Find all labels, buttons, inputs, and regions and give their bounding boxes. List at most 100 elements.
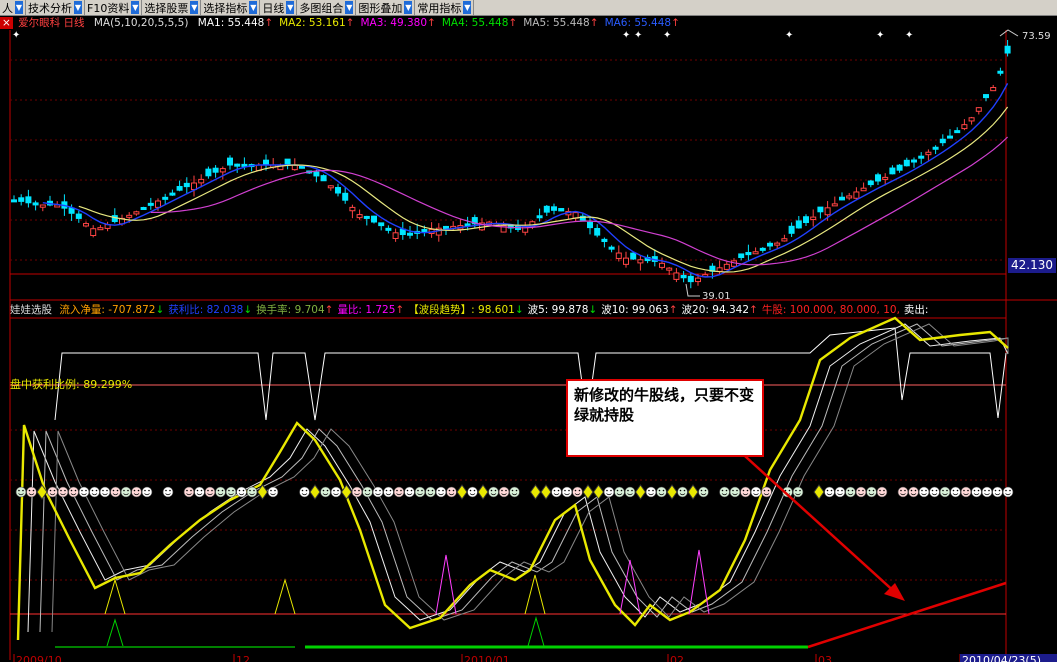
- grid-lines: [10, 59, 1006, 581]
- candle-body: [666, 267, 673, 271]
- smiley-icon: [47, 486, 58, 498]
- candle-body: [961, 124, 968, 130]
- smiley-icon: [215, 486, 226, 498]
- candle-body: [824, 207, 831, 216]
- candle-body: [795, 220, 802, 229]
- candle-body: [615, 252, 622, 259]
- candle-body: [853, 191, 860, 199]
- candle-body: [896, 164, 903, 171]
- smiley-row: [15, 484, 1014, 500]
- smiley-icon: [645, 486, 657, 498]
- candle-body: [205, 168, 212, 177]
- smiley-icon: [110, 486, 121, 498]
- smiley-icon: [561, 486, 573, 498]
- candle-body: [723, 263, 730, 270]
- smiley-icon: [950, 486, 961, 498]
- x-axis-label: 12: [236, 654, 250, 662]
- smiley-icon: [698, 486, 709, 498]
- diamond-icon: [687, 484, 699, 500]
- x-axis-labels: 2009/10 12 2010/01 02 03 2010/04/23(5): [13, 654, 1057, 662]
- smiley-icon: [918, 486, 930, 498]
- smiley-icon: [299, 486, 310, 498]
- smiley-icon: [246, 486, 258, 498]
- candle-body: [608, 246, 615, 250]
- candle-body: [745, 251, 752, 256]
- candle-body: [75, 213, 82, 219]
- bottom-red-bar: [807, 581, 1007, 649]
- candle-body: [788, 225, 795, 234]
- candle-body: [349, 206, 356, 212]
- smiley-icon: [393, 486, 405, 498]
- signal-spike: [104, 578, 126, 615]
- smiley-icon: [603, 486, 615, 498]
- candle-body: [911, 159, 917, 163]
- star-icon: ✦: [663, 30, 671, 41]
- smiley-icon: [320, 486, 331, 498]
- smiley-icon: [729, 486, 741, 498]
- smiley-icon: [509, 486, 520, 498]
- candle-body: [342, 192, 349, 201]
- star-icon: ✦: [634, 30, 642, 41]
- smiley-icon: [267, 486, 279, 498]
- smiley-icon: [740, 486, 751, 498]
- candle-body: [299, 165, 305, 169]
- smiley-icon: [750, 486, 762, 498]
- signal-spike: [619, 559, 641, 615]
- x-axis-label: 2009/10: [16, 654, 62, 662]
- signal-spike: [524, 574, 546, 615]
- candle-body: [335, 187, 341, 194]
- signal-spike-green: [527, 616, 545, 647]
- candle-body: [140, 207, 147, 211]
- candle-body: [11, 199, 17, 203]
- candle-body: [903, 159, 910, 167]
- smiley-icon: [120, 486, 132, 498]
- candle-body: [147, 202, 154, 206]
- candle-body: [313, 171, 320, 177]
- candle-body: [875, 174, 881, 182]
- candle-body: [284, 158, 291, 166]
- smiley-icon: [89, 486, 100, 498]
- candle-body: [889, 167, 896, 175]
- candle-body: [378, 222, 385, 227]
- wave-lines: [27, 323, 1009, 633]
- candle-body: [18, 197, 25, 202]
- diamond-icon: [456, 484, 468, 500]
- candle-body: [882, 176, 889, 180]
- candle-body: [601, 238, 608, 243]
- candle-body: [716, 267, 723, 272]
- diamond-icon: [634, 484, 647, 500]
- diamond-icon: [813, 484, 825, 500]
- x-axis-label: 02: [670, 654, 684, 662]
- candle-body: [219, 168, 226, 173]
- smiley-icon: [15, 486, 27, 498]
- candle-body: [817, 206, 824, 213]
- smiley-icon: [551, 486, 562, 498]
- candle-body: [385, 227, 392, 231]
- candle-body: [738, 253, 745, 259]
- candle-body: [781, 238, 788, 242]
- candle-body: [659, 262, 665, 268]
- low-marker: 39.01: [685, 283, 731, 302]
- candle-body: [551, 206, 557, 211]
- smiley-icon: [57, 486, 69, 498]
- candle-body: [810, 216, 817, 220]
- stock-chart[interactable]: 73.59 39.01 ✦ ✦ ✦ ✦ ✦ ✦ ✦ 2009/10 12 2010/01 02 03…: [0, 0, 1057, 662]
- annotation-note: 新修改的牛股线，只要不变绿就持股: [566, 379, 764, 457]
- smiley-icon: [719, 486, 730, 498]
- smiley-icon: [372, 486, 384, 498]
- smiley-icon: [572, 486, 583, 498]
- candle-body: [932, 146, 939, 150]
- candle-body: [831, 203, 838, 207]
- x-axis-label: 03: [818, 654, 832, 662]
- intraday-yield-label: 盘中获利比例: 89.299%: [10, 378, 133, 391]
- star-icon: ✦: [12, 30, 20, 41]
- candle-body: [392, 232, 399, 239]
- smiley-icon: [845, 486, 856, 498]
- candle-body: [752, 251, 759, 255]
- candle-body: [759, 247, 766, 251]
- candle-body: [39, 204, 46, 208]
- ma10-line: [78, 106, 1009, 273]
- smiley-icon: [435, 486, 447, 498]
- candle-body: [327, 185, 334, 189]
- candle-body: [97, 227, 104, 231]
